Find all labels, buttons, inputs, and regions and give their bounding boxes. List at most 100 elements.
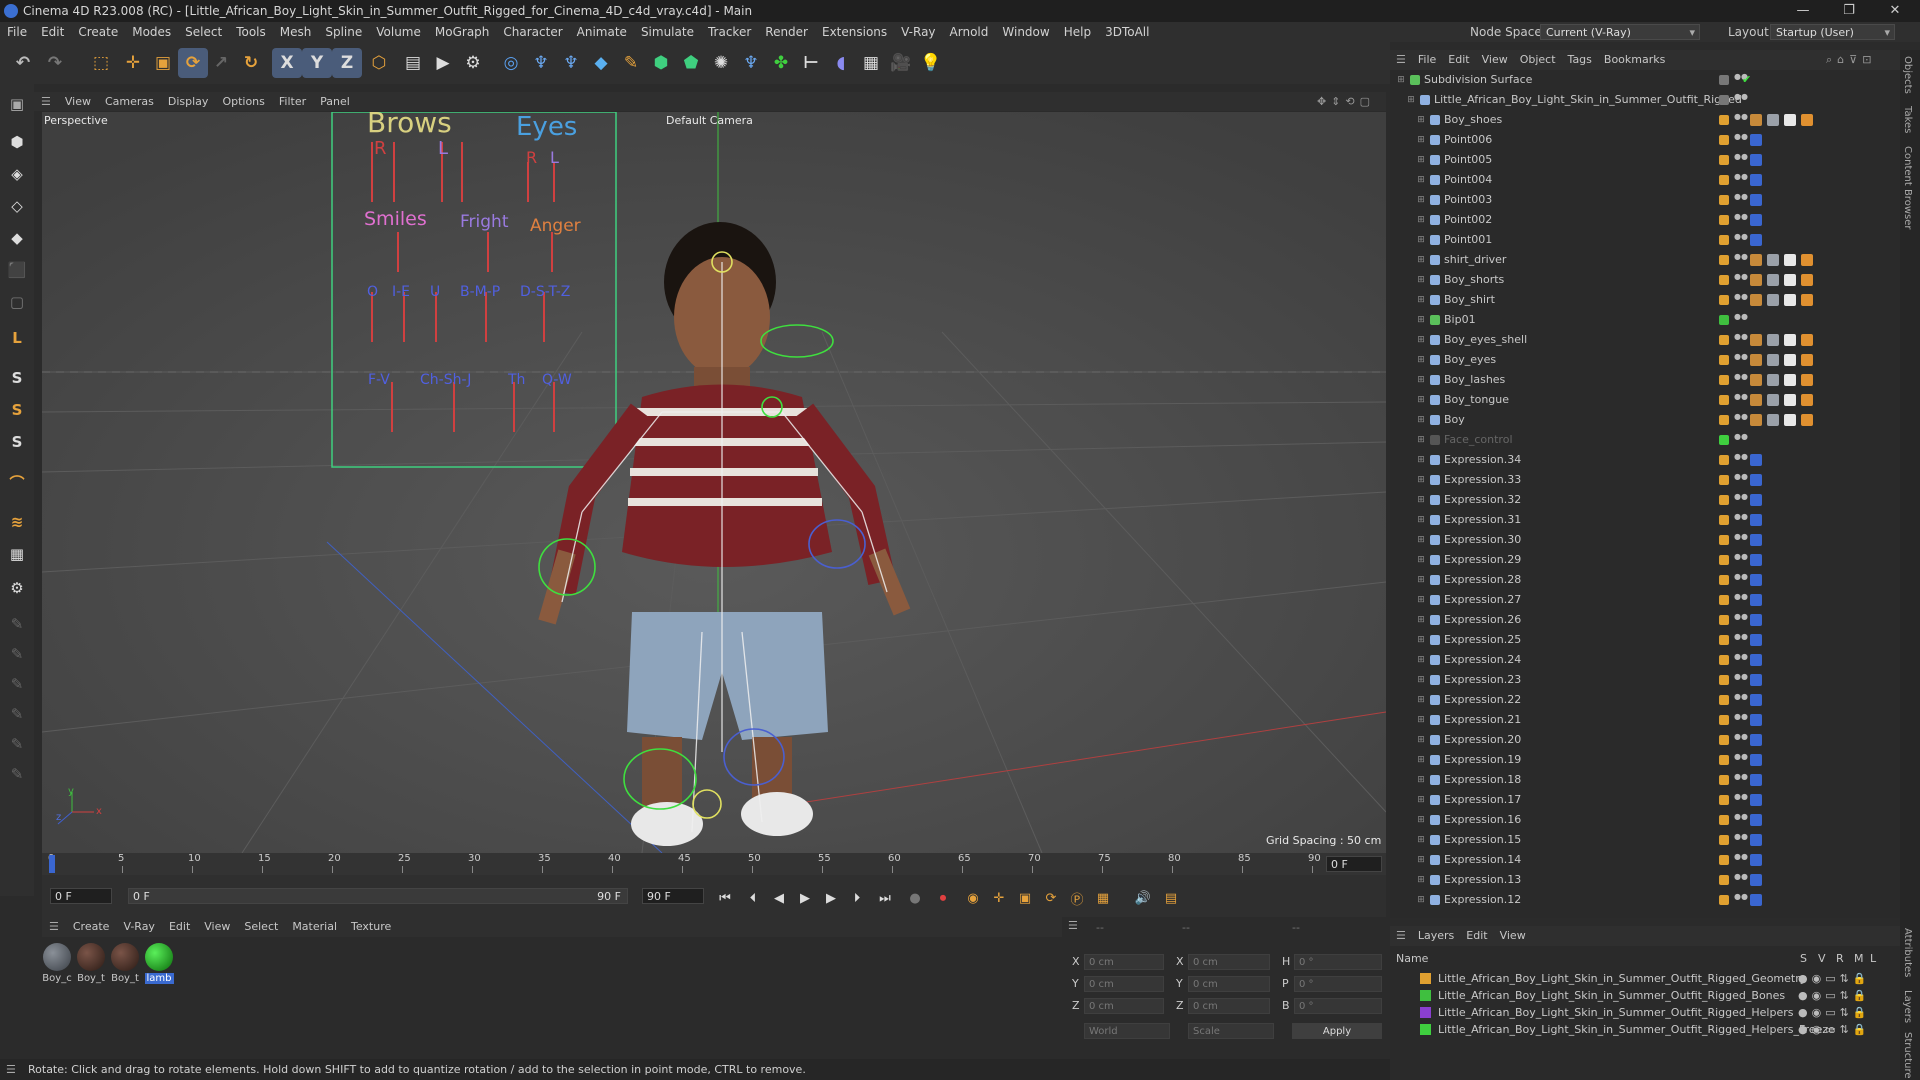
extrude-icon[interactable]: ⬟ [676,48,706,78]
material-tag-icon[interactable] [1784,274,1796,286]
expand-toggle-icon[interactable]: ⊞ [1416,670,1426,690]
script-icon[interactable]: ♆ [556,48,586,78]
python-icon[interactable]: ♆ [526,48,556,78]
menu-tools[interactable]: Tools [229,22,273,42]
visibility-dots-icon[interactable]: ●● [1734,613,1748,627]
object-row[interactable]: ⊞ Expression.13 ●● [1390,870,1900,890]
expression-tag-icon[interactable] [1750,774,1762,786]
render-view-icon[interactable]: ▤ [398,48,428,78]
key-pla-icon[interactable]: ▦ [1092,887,1114,909]
tab-objects[interactable]: Objects [1902,56,1913,94]
material-tag-icon[interactable] [1801,354,1813,366]
viewport-menu-cameras[interactable]: Cameras [98,92,161,111]
joint-icon[interactable]: ⊢ [796,48,826,78]
layer-color-icon[interactable] [1719,675,1729,685]
node-space-select[interactable]: Current (V-Ray) [1540,24,1700,41]
redo-icon[interactable]: ↷ [40,48,70,78]
material-tag-icon[interactable] [1784,334,1796,346]
layer-toggle-icons[interactable]: ●◉▭⇅🔒 [1798,987,1871,1004]
snap-s3-button[interactable]: S [3,428,31,456]
texture-mode-icon[interactable]: ◈ [3,160,31,188]
layer-color-icon[interactable] [1719,735,1729,745]
object-row[interactable]: ⊞ Boy_tongue ●● [1390,390,1900,410]
x-axis-button[interactable]: X [272,48,302,78]
expand-toggle-icon[interactable]: ⊞ [1416,590,1426,610]
play-icon[interactable]: ▶ [794,887,816,909]
make-editable-icon[interactable]: ▣ [3,90,31,118]
material-tag-icon[interactable] [1767,414,1779,426]
layer-color-icon[interactable] [1719,335,1729,345]
object-row[interactable]: ⊞ Boy_shirt ●● [1390,290,1900,310]
pen-icon[interactable]: ✎ [616,48,646,78]
expression-tag-icon[interactable] [1750,614,1762,626]
expand-toggle-icon[interactable]: ⊞ [1416,490,1426,510]
layer-color-icon[interactable] [1719,895,1729,905]
layer-color-icon[interactable] [1719,575,1729,585]
expand-toggle-icon[interactable]: ⊞ [1416,730,1426,750]
layer-color-icon[interactable] [1719,655,1729,665]
recent-tool-icon[interactable]: ↻ [236,48,266,78]
menu-volume[interactable]: Volume [369,22,428,42]
position-x-field[interactable]: 0 cm [1084,954,1164,970]
go-to-start-icon[interactable]: ⏮ [714,887,736,909]
menu-modes[interactable]: Modes [125,22,178,42]
expand-toggle-icon[interactable]: ⊞ [1406,90,1416,110]
expand-toggle-icon[interactable]: ⊞ [1416,190,1426,210]
visibility-dots-icon[interactable]: ●● [1734,153,1748,167]
material-tag-icon[interactable] [1767,334,1779,346]
layer-color-swatch[interactable] [1420,973,1431,984]
menu-simulate[interactable]: Simulate [634,22,701,42]
visibility-dots-icon[interactable]: ●● [1734,293,1748,307]
menu-mograph[interactable]: MoGraph [428,22,497,42]
visibility-dots-icon[interactable]: ●● [1734,333,1748,347]
object-row[interactable]: ⊞ Expression.16 ●● [1390,810,1900,830]
expression-tag-icon[interactable] [1750,454,1762,466]
layer-row[interactable]: Little_African_Boy_Light_Skin_in_Summer_… [1390,987,1900,1004]
viewport-menu-view[interactable]: View [58,92,98,111]
layer-color-icon[interactable] [1719,135,1729,145]
object-row[interactable]: ⊞ Expression.29 ●● [1390,550,1900,570]
object-menu-icon[interactable]: ☰ [1390,50,1412,70]
menu-3dtoall[interactable]: 3DToAll [1098,22,1156,42]
visibility-dots-icon[interactable]: ●● [1734,373,1748,387]
visibility-dots-icon[interactable]: ●● [1734,733,1748,747]
expand-toggle-icon[interactable]: ⊞ [1416,150,1426,170]
object-row[interactable]: ⊞ Boy_shorts ●● [1390,270,1900,290]
menu-edit[interactable]: Edit [34,22,71,42]
size-x-field[interactable]: 0 cm [1188,954,1270,970]
material-tag-icon[interactable] [1767,374,1779,386]
object-row[interactable]: ⊞ Expression.28 ●● [1390,570,1900,590]
object-search-filter-icons[interactable]: ⌕⌂⊽⊡ [1820,50,1882,70]
layer-color-icon[interactable] [1719,235,1729,245]
snap-s2-button[interactable]: S [3,396,31,424]
object-row[interactable]: ⊞ Expression.26 ●● [1390,610,1900,630]
enabled-check-icon[interactable]: ✔ [1742,70,1751,90]
scale-icon[interactable]: ▣ [148,48,178,78]
grid-icon[interactable]: ▦ [3,540,31,568]
expand-toggle-icon[interactable]: ⊞ [1416,810,1426,830]
layer-color-icon[interactable] [1719,515,1729,525]
expand-toggle-icon[interactable]: ⊞ [1416,270,1426,290]
material-tag-icon[interactable] [1750,114,1762,126]
coord-mode-select[interactable]: Scale [1188,1023,1274,1039]
expand-toggle-icon[interactable]: ⊞ [1416,310,1426,330]
visibility-dots-icon[interactable]: ●● [1734,853,1748,867]
tab-content-browser[interactable]: Content Browser [1902,146,1913,229]
material-tag-icon[interactable] [1750,274,1762,286]
menu-animate[interactable]: Animate [570,22,634,42]
material-menu-icon[interactable]: ☰ [42,917,66,937]
weight-icon[interactable]: ✎ [3,670,31,698]
next-frame-icon[interactable]: ▶ [820,887,842,909]
layer-color-swatch[interactable] [1420,990,1431,1001]
layer-color-icon[interactable] [1719,595,1729,605]
timeline-ruler[interactable]: 051015202530354045505560657075808590 0 F [42,853,1386,875]
size-z-field[interactable]: 0 cm [1188,998,1270,1014]
points-mode-icon[interactable]: ◇ [3,192,31,220]
menu-window[interactable]: Window [995,22,1056,42]
layer-row[interactable]: Little_African_Boy_Light_Skin_in_Summer_… [1390,1021,1900,1038]
size-y-field[interactable]: 0 cm [1188,976,1270,992]
expression-tag-icon[interactable] [1750,874,1762,886]
end-frame-field[interactable]: 90 F [642,888,704,904]
uv-mode-icon[interactable]: ▢ [3,288,31,316]
material-swatch[interactable]: Boy_c [42,943,72,984]
